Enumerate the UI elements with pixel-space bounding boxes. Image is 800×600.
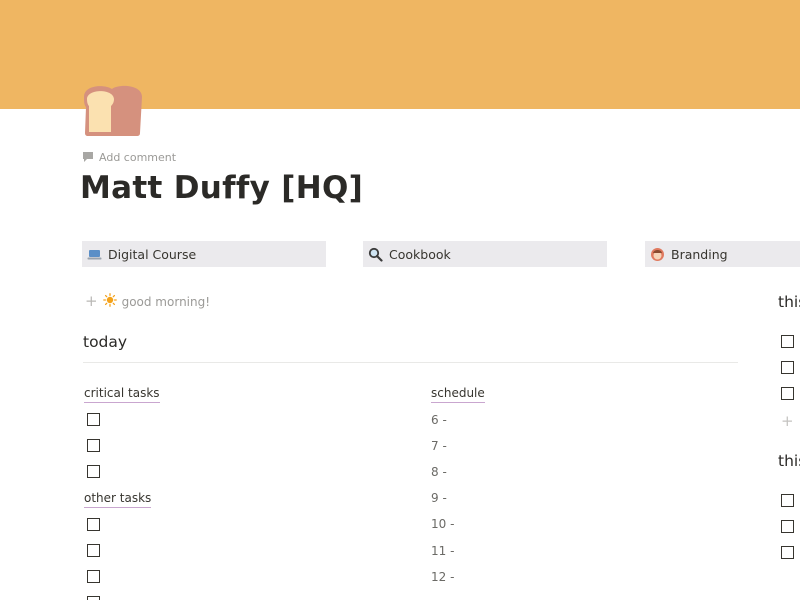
critical-task-checkbox[interactable] <box>87 439 100 452</box>
greeting-text: good morning! <box>121 294 211 309</box>
divider <box>83 362 738 363</box>
link-digital-course[interactable]: Digital Course <box>82 241 326 267</box>
other-task-checkbox[interactable] <box>87 596 100 600</box>
add-comment-button[interactable]: Add comment <box>82 149 176 165</box>
month-task-checkbox[interactable] <box>781 546 794 559</box>
add-comment-label: Add comment <box>99 150 177 164</box>
critical-task-checkbox[interactable] <box>87 465 100 478</box>
schedule-slot[interactable]: 8 - <box>431 465 447 479</box>
laptop-icon <box>87 247 102 262</box>
schedule-slot[interactable]: 7 - <box>431 439 447 453</box>
other-task-checkbox[interactable] <box>87 518 100 531</box>
greeting-toggle[interactable]: + good morning! <box>85 293 210 310</box>
week-task-checkbox[interactable] <box>781 361 794 374</box>
comment-icon <box>82 151 94 163</box>
schedule-heading: schedule <box>431 386 485 403</box>
other-task-checkbox[interactable] <box>87 570 100 583</box>
critical-task-checkbox[interactable] <box>87 413 100 426</box>
schedule-slot[interactable]: 6 - <box>431 413 447 427</box>
magnifier-icon <box>368 247 383 262</box>
page-title[interactable]: Matt Duffy [HQ] <box>80 170 363 206</box>
today-heading: today <box>83 333 128 351</box>
add-item-icon[interactable]: + <box>781 412 794 430</box>
schedule-slot[interactable]: 11 - <box>431 544 454 558</box>
link-label: Cookbook <box>389 246 451 262</box>
link-branding[interactable]: Branding <box>645 241 800 267</box>
avatar-icon <box>650 247 665 262</box>
this-month-heading: this month <box>778 452 800 470</box>
sun-icon <box>102 293 117 310</box>
link-label: Branding <box>671 246 728 262</box>
week-task-checkbox[interactable] <box>781 335 794 348</box>
this-week-heading: this week <box>778 293 800 311</box>
link-label: Digital Course <box>108 246 197 262</box>
critical-tasks-heading: critical tasks <box>84 386 160 403</box>
other-task-checkbox[interactable] <box>87 544 100 557</box>
link-cookbook[interactable]: Cookbook <box>363 241 607 267</box>
schedule-slot[interactable]: 12 - <box>431 570 454 584</box>
plus-icon[interactable]: + <box>85 294 98 309</box>
month-task-checkbox[interactable] <box>781 494 794 507</box>
month-task-checkbox[interactable] <box>781 520 794 533</box>
schedule-slot[interactable]: 9 - <box>431 491 447 505</box>
other-tasks-heading: other tasks <box>84 491 152 508</box>
bread-icon[interactable] <box>82 83 144 137</box>
schedule-slot[interactable]: 10 - <box>431 517 454 531</box>
week-task-checkbox[interactable] <box>781 387 794 400</box>
